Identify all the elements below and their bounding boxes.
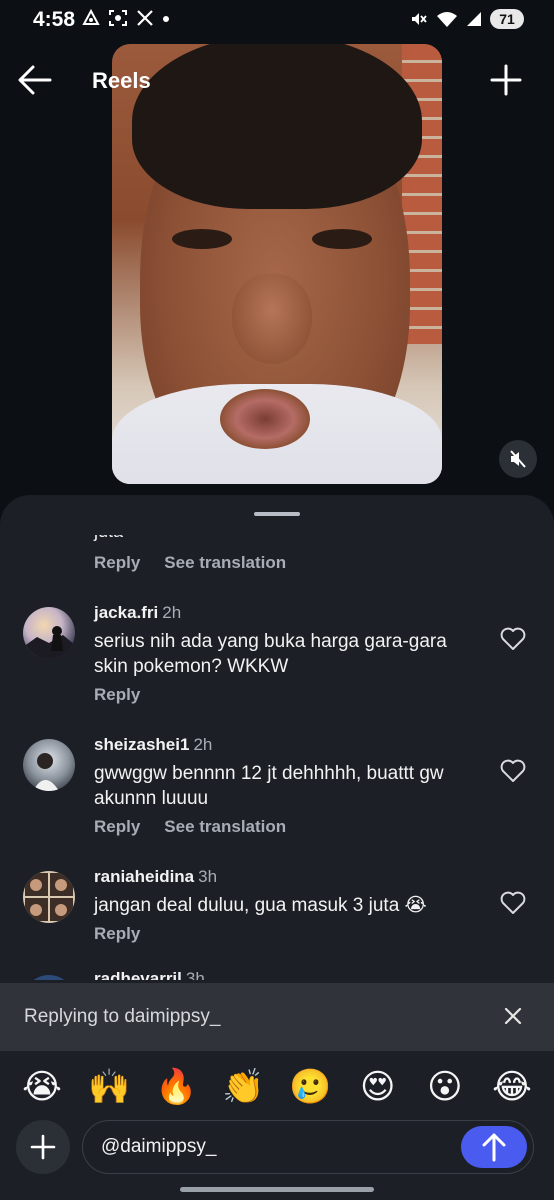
comment-text-partial: juta	[94, 535, 123, 542]
emoji-open-mouth[interactable]: 😮	[419, 1061, 471, 1113]
back-arrow-icon[interactable]	[18, 64, 52, 96]
video-mute-button[interactable]	[499, 440, 537, 478]
comment-username[interactable]: jacka.fri	[94, 603, 158, 622]
reply-button[interactable]: Reply	[94, 817, 140, 837]
video-eye	[312, 229, 372, 249]
emoji-holding-back-tears[interactable]: 🥲	[285, 1061, 337, 1113]
signal-icon	[467, 12, 481, 26]
comment-username[interactable]: sheizashei1	[94, 735, 189, 754]
status-system-icons: 71	[410, 9, 524, 29]
emoji-loudly-crying[interactable]: 😭	[16, 1061, 68, 1113]
comment-body: raniaheidina 3h jangan deal duluu, gua ma…	[94, 867, 484, 944]
comment-actions: Reply	[94, 685, 484, 705]
comment-time: 3h	[198, 867, 218, 886]
home-indicator[interactable]	[180, 1187, 374, 1192]
comment-body: radhevarril 3h	[94, 969, 484, 980]
heart-icon[interactable]	[500, 627, 526, 651]
send-button[interactable]	[461, 1126, 527, 1168]
comment-text: serius nih ada yang buka harga gara-gara…	[94, 631, 447, 677]
comment-actions: Reply	[94, 924, 484, 944]
add-attachment-button[interactable]	[16, 1120, 70, 1174]
avatar[interactable]	[23, 975, 75, 980]
avatar[interactable]	[23, 739, 75, 791]
battery-level: 71	[490, 9, 524, 29]
comment-body: jacka.fri 2h serius nih ada yang buka har…	[94, 603, 484, 705]
avatar[interactable]	[23, 871, 75, 923]
plus-icon	[30, 1134, 56, 1160]
avatar-silhouette	[33, 753, 59, 791]
comment-input-wrapper	[82, 1120, 534, 1174]
comment-actions: Reply See translation	[94, 553, 286, 573]
wifi-icon	[437, 12, 457, 27]
comment-text: jangan deal duluu, gua masuk 3 juta 😭	[94, 895, 427, 916]
heart-icon[interactable]	[500, 891, 526, 915]
comment-time: 3h	[185, 969, 205, 980]
comments-list[interactable]: juta Reply See translation jacka.fri2h s…	[0, 535, 554, 980]
page-title: Reels	[92, 68, 151, 93]
video-eye	[172, 229, 232, 249]
mute-icon	[412, 13, 427, 25]
arrow-up-icon	[482, 1133, 506, 1162]
screen-record-icon	[109, 10, 127, 26]
heart-icon[interactable]	[500, 759, 526, 783]
see-translation-button[interactable]: See translation	[164, 553, 286, 573]
emoji-raised-hands[interactable]: 🙌	[83, 1061, 135, 1113]
speaker-muted-icon	[510, 450, 526, 468]
comment-time: 2h	[162, 603, 182, 622]
threads-icon	[82, 9, 100, 25]
status-time: 4:58	[33, 8, 76, 31]
see-translation-button[interactable]: See translation	[164, 817, 286, 837]
emoji-heart-eyes[interactable]: 😍	[352, 1061, 404, 1113]
sheet-drag-handle[interactable]	[254, 512, 300, 516]
comment-input[interactable]	[101, 1134, 431, 1160]
add-icon[interactable]	[490, 64, 522, 96]
status-bar: 4:58 71	[0, 0, 554, 44]
comment-text: gwwggw bennnn 12 jt dehhhhh, buattt gw a…	[94, 763, 444, 809]
reply-button[interactable]: Reply	[94, 553, 140, 573]
comment-time: 2h	[193, 735, 213, 754]
reply-button[interactable]: Reply	[94, 924, 140, 944]
emoji-fire[interactable]: 🔥	[150, 1061, 202, 1113]
video-mouth	[220, 389, 310, 449]
comment-username[interactable]: radhevarril	[94, 969, 182, 980]
avatar-silhouette	[23, 626, 75, 659]
replying-to-text: Replying to daimippsy_	[24, 1006, 221, 1027]
replying-banner: Replying to daimippsy_	[0, 983, 554, 1051]
emoji-clapping[interactable]: 👏	[217, 1061, 269, 1113]
avatar-collage	[25, 873, 73, 921]
emoji-quick-reactions: 😭 🙌 🔥 👏 🥲 😍 😮 😂	[0, 1058, 554, 1116]
x-icon	[137, 10, 153, 26]
comment-body: sheizashei1 2h gwwggw bennnn 12 jt dehhhh…	[94, 735, 484, 837]
avatar[interactable]	[23, 607, 75, 659]
reply-button[interactable]: Reply	[94, 685, 140, 705]
reel-video[interactable]	[112, 44, 442, 484]
header: Reels	[0, 52, 554, 108]
comment-actions: Reply See translation	[94, 817, 484, 837]
dot-icon	[163, 16, 169, 22]
emoji-joy[interactable]: 😂	[486, 1061, 538, 1113]
video-nose	[232, 274, 312, 364]
status-notification-icons	[82, 9, 170, 27]
comment-username[interactable]: raniaheidina	[94, 867, 194, 886]
close-icon[interactable]	[504, 1007, 522, 1025]
comment-composer	[0, 1118, 554, 1178]
